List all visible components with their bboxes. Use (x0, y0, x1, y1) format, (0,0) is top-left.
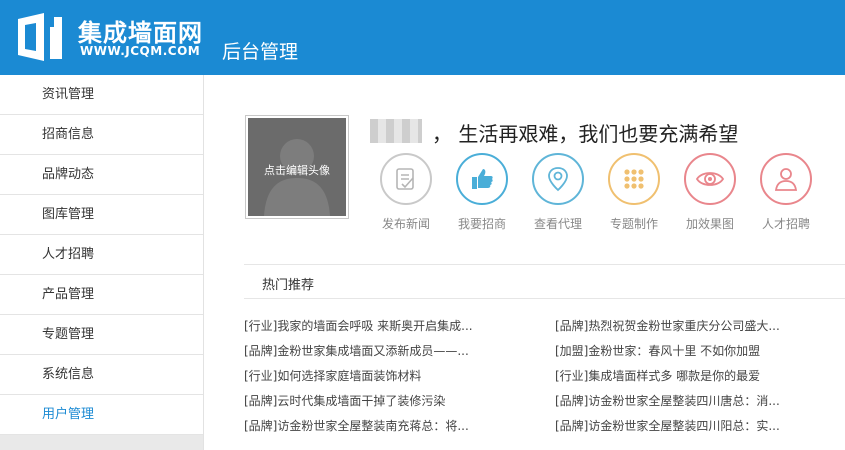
list-item[interactable]: [行业]如何选择家庭墙面装饰材料 (244, 368, 473, 393)
action-label: 发布新闻 (381, 217, 430, 231)
eye-icon (684, 153, 736, 205)
divider (244, 298, 845, 299)
document-edit-icon (380, 153, 432, 205)
slogan: ， 生活再艰难，我们也要充满希望 (432, 122, 739, 146)
avatar-image: 点击编辑头像 (248, 118, 346, 216)
hot-recommend-title: 热门推荐 (262, 278, 315, 293)
action-label: 加效果图 (685, 217, 734, 231)
divider (244, 264, 845, 265)
list-item[interactable]: [品牌]云时代集成墙面干掉了装修污染 (244, 393, 473, 418)
thumbs-up-icon (456, 153, 508, 205)
action-label: 查看代理 (533, 217, 582, 231)
sidebar-item-system[interactable]: 系统信息 (0, 355, 203, 395)
sidebar-item-recruitment[interactable]: 人才招聘 (0, 235, 203, 275)
sidebar-item-topics[interactable]: 专题管理 (0, 315, 203, 355)
grid-dots-icon (608, 153, 660, 205)
list-item[interactable]: [品牌]访金粉世家全屋整装南充蒋总：将... (244, 418, 473, 443)
sidebar: 资讯管理 招商信息 品牌动态 图库管理 人才招聘 产品管理 专题管理 系统信息 … (0, 75, 204, 450)
logo-url: WWW.JCQM.COM (80, 44, 201, 58)
sidebar-item-news[interactable]: 资讯管理 (0, 75, 203, 115)
action-add-renderings[interactable]: 加效果图 (672, 153, 748, 232)
location-pin-icon (532, 153, 584, 205)
top-header: 集成墙面网 WWW.JCQM.COM 后台管理 (0, 0, 845, 75)
action-view-agents[interactable]: 查看代理 (520, 153, 596, 232)
person-icon (760, 153, 812, 205)
hot-news-list-left: [行业]我家的墙面会呼吸 来斯奥开启集成... [品牌]金粉世家集成墙面又添新成… (244, 318, 473, 443)
list-item[interactable]: [品牌]金粉世家集成墙面又添新成员——... (244, 343, 473, 368)
action-recruitment[interactable]: 人才招聘 (748, 153, 824, 232)
sidebar-footer (0, 435, 203, 450)
sidebar-item-brand-news[interactable]: 品牌动态 (0, 155, 203, 195)
list-item[interactable]: [行业]集成墙面样式多 哪款是你的最爱 (555, 368, 780, 393)
avatar-edit-label[interactable]: 点击编辑头像 (248, 162, 346, 178)
quick-actions: 发布新闻 我要招商 查看代理 专题制作 加效果图 人才招聘 (368, 153, 824, 232)
action-publish-news[interactable]: 发布新闻 (368, 153, 444, 232)
sidebar-item-investment[interactable]: 招商信息 (0, 115, 203, 155)
page-title: 后台管理 (222, 41, 299, 63)
logo-icon[interactable] (14, 11, 70, 63)
avatar[interactable]: 点击编辑头像 (245, 115, 349, 219)
logo-text[interactable]: 集成墙面网 (78, 13, 203, 48)
sidebar-item-users[interactable]: 用户管理 (0, 395, 203, 435)
list-item[interactable]: [加盟]金粉世家：春风十里 不如你加盟 (555, 343, 780, 368)
sidebar-item-products[interactable]: 产品管理 (0, 275, 203, 315)
list-item[interactable]: [品牌]热烈祝贺金粉世家重庆分公司盛大... (555, 318, 780, 343)
action-investment[interactable]: 我要招商 (444, 153, 520, 232)
action-label: 我要招商 (457, 217, 506, 231)
action-label: 专题制作 (609, 217, 658, 231)
hot-news-list-right: [品牌]热烈祝贺金粉世家重庆分公司盛大... [加盟]金粉世家：春风十里 不如你… (555, 318, 780, 443)
action-topic-making[interactable]: 专题制作 (596, 153, 672, 232)
action-label: 人才招聘 (761, 217, 810, 231)
user-name-blurred (370, 119, 422, 143)
list-item[interactable]: [行业]我家的墙面会呼吸 来斯奥开启集成... (244, 318, 473, 343)
list-item[interactable]: [品牌]访金粉世家全屋整装四川唐总：消... (555, 393, 780, 418)
list-item[interactable]: [品牌]访金粉世家全屋整装四川阳总：实... (555, 418, 780, 443)
sidebar-item-gallery[interactable]: 图库管理 (0, 195, 203, 235)
